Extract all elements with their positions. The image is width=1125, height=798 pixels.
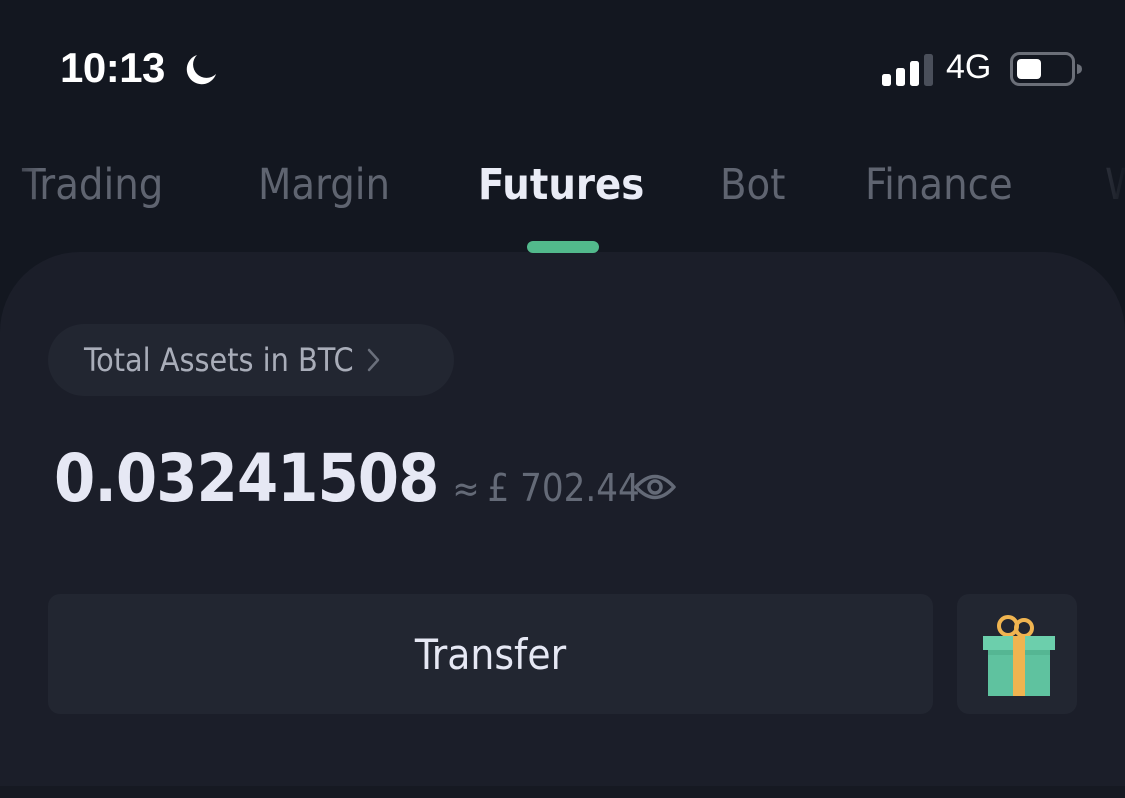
moon-icon: [186, 55, 216, 85]
status-time: 10:13: [60, 44, 165, 91]
card-bottom-divider: [0, 786, 1125, 798]
fiat-balance: £ 702.44: [487, 466, 640, 510]
tab-margin[interactable]: Margin: [258, 160, 390, 210]
tab-finance[interactable]: Finance: [865, 160, 1013, 210]
approx-symbol: ≈: [452, 469, 480, 510]
eye-icon[interactable]: [634, 470, 676, 504]
network-type: 4G: [946, 48, 992, 86]
balance-row: 0.03241508 ≈ £ 702.44: [54, 440, 640, 517]
tab-futures[interactable]: Futures: [478, 160, 644, 210]
active-tab-indicator: [527, 241, 599, 253]
battery-icon: [1010, 52, 1082, 86]
total-assets-label: Total Assets in BTC: [84, 341, 354, 379]
tab-trading[interactable]: Trading: [22, 160, 163, 210]
tab-overflow[interactable]: W: [1105, 160, 1125, 210]
chevron-right-icon: [367, 348, 379, 372]
tab-bot[interactable]: Bot: [720, 160, 785, 210]
total-assets-selector[interactable]: Total Assets in BTC: [48, 324, 454, 396]
gift-icon: [983, 615, 1055, 696]
cellular-signal-icon: [882, 54, 933, 86]
gift-button[interactable]: [957, 594, 1077, 714]
status-bar: 10:13 4G: [0, 0, 1125, 130]
transfer-button[interactable]: Transfer: [48, 594, 933, 714]
btc-balance: 0.03241508: [54, 440, 439, 517]
